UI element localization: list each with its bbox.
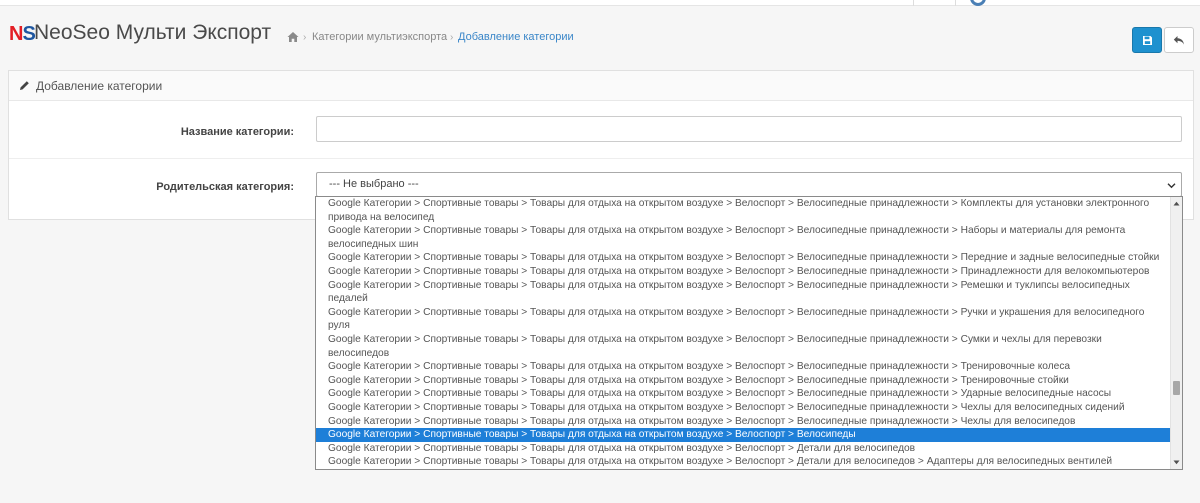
dropdown-options: Google Категории > Спортивные товары > Т… <box>316 197 1182 470</box>
back-button[interactable] <box>1164 27 1194 53</box>
dropdown-option[interactable]: Google Категории > Спортивные товары > Т… <box>316 442 1182 456</box>
scroll-down-icon[interactable] <box>1171 457 1182 468</box>
breadcrumb-item-categories[interactable]: Категории мультиэкспорта <box>312 31 447 44</box>
breadcrumb-separator: › <box>450 32 454 43</box>
dropdown-option[interactable]: Google Категории > Спортивные товары > Т… <box>316 224 1182 251</box>
reply-icon <box>1173 35 1184 45</box>
dropdown-option[interactable]: Google Категории > Спортивные товары > Т… <box>316 469 1182 470</box>
dropdown-option[interactable]: Google Категории > Спортивные товары > Т… <box>316 387 1182 401</box>
dropdown-option[interactable]: Google Категории > Спортивные товары > Т… <box>316 360 1182 374</box>
panel-title: Добавление категории <box>36 78 163 93</box>
page-title: NeoSeo Мульти Экспорт <box>34 21 272 44</box>
home-icon[interactable] <box>287 31 299 43</box>
dropdown-option[interactable]: Google Категории > Спортивные товары > Т… <box>316 306 1182 333</box>
dropdown-scrollbar[interactable] <box>1170 197 1182 469</box>
chevron-down-icon <box>1167 183 1176 189</box>
dropdown-option[interactable]: Google Категории > Спортивные товары > Т… <box>316 279 1182 306</box>
dropdown-option[interactable]: Google Категории > Спортивные товары > Т… <box>316 415 1182 429</box>
dropdown-option-selected[interactable]: Google Категории > Спортивные товары > Т… <box>316 428 1182 442</box>
dropdown-option[interactable]: Google Категории > Спортивные товары > Т… <box>316 251 1182 265</box>
save-icon <box>1142 35 1152 45</box>
dropdown-option[interactable]: Google Категории > Спортивные товары > Т… <box>316 197 1182 224</box>
panel-heading: Добавление категории <box>9 71 1193 101</box>
parent-category-dropdown-list[interactable]: Google Категории > Спортивные товары > Т… <box>315 196 1183 470</box>
category-name-input[interactable] <box>316 116 1182 142</box>
neoseo-logo: NS <box>9 23 36 45</box>
dropdown-option[interactable]: Google Категории > Спортивные товары > Т… <box>316 265 1182 279</box>
parent-category-selected-value: --- Не выбрано --- <box>329 178 419 190</box>
dropdown-option[interactable]: Google Категории > Спортивные товары > Т… <box>316 333 1182 360</box>
dropdown-option[interactable]: Google Категории > Спортивные товары > Т… <box>316 374 1182 388</box>
parent-category-select[interactable]: --- Не выбрано --- <box>316 172 1182 197</box>
scroll-up-icon[interactable] <box>1171 198 1182 209</box>
save-button[interactable] <box>1132 27 1162 53</box>
parent-category-label: Родительская категория: <box>156 181 294 193</box>
scrollbar-thumb[interactable] <box>1173 381 1180 395</box>
breadcrumb-separator: › <box>303 32 307 43</box>
form-row-name: Название категории: <box>9 102 1193 159</box>
dropdown-option[interactable]: Google Категории > Спортивные товары > Т… <box>316 455 1182 469</box>
pencil-icon <box>20 81 29 90</box>
category-name-label: Название категории: <box>180 126 294 138</box>
breadcrumb-item-add-category[interactable]: Добавление категории <box>458 31 574 44</box>
page-header: NS NeoSeo Мульти Экспорт › Категории мул… <box>0 6 1200 62</box>
dropdown-option[interactable]: Google Категории > Спортивные товары > Т… <box>316 401 1182 415</box>
